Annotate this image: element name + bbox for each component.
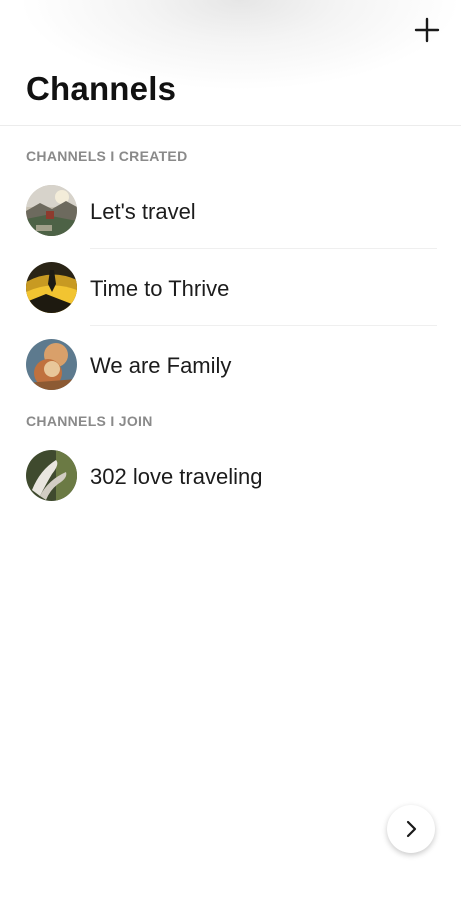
page-title: Channels [26,70,177,107]
section-header-created: CHANNELS I CREATED [26,148,188,164]
chevron-right-icon [406,820,417,838]
channel-name: Let's travel [90,199,196,224]
channel-avatar [26,450,77,501]
add-channel-button[interactable] [411,14,443,46]
channel-name: 302 love traveling [90,464,263,489]
next-button[interactable] [387,805,435,853]
channel-avatar [26,262,77,313]
channel-name: We are Family [90,353,232,378]
channel-row[interactable]: 302 love traveling [0,450,461,527]
plus-icon [414,17,440,43]
channel-row[interactable]: Time to Thrive [0,262,461,339]
row-divider [90,325,437,326]
channel-row[interactable]: Let's travel [0,185,461,262]
channel-row[interactable]: We are Family [0,339,461,416]
channel-avatar [26,339,77,390]
section-header-joined: CHANNELS I JOIN [26,413,153,429]
row-divider [90,248,437,249]
header: Channels [0,0,461,126]
channel-avatar [26,185,77,236]
channels-screen: Channels CHANNELS I CREATED Let's travel [0,0,461,900]
channel-name: Time to Thrive [90,276,230,301]
